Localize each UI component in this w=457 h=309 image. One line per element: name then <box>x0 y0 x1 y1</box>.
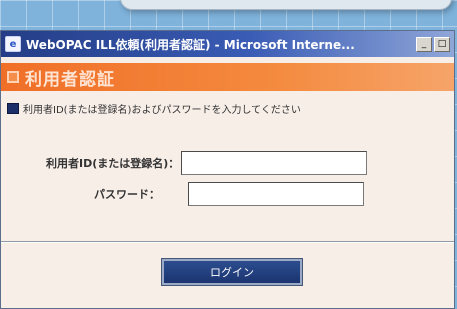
instruction-text: 利用者ID(または登録名)およびパスワードを入力してください <box>23 105 301 116</box>
page-title: 利用者認証 <box>25 69 115 90</box>
ie-icon: e <box>5 36 21 52</box>
password-label: パスワード： <box>94 188 160 201</box>
title-bar[interactable]: e WebOPAC ILL依頼(利用者認証) - Microsoft Inter… <box>1 31 454 57</box>
window-controls: _ □ <box>416 36 450 52</box>
divider <box>1 241 454 243</box>
user-id-input[interactable] <box>181 151 368 175</box>
instruction-line: 利用者ID(または登録名)およびパスワードを入力してください <box>1 91 454 119</box>
bullet-square-icon <box>7 103 19 114</box>
password-input[interactable] <box>188 182 364 206</box>
user-id-label: 利用者ID(または登録名)： <box>46 157 180 170</box>
header-square-icon <box>7 71 19 83</box>
minimize-button[interactable]: _ <box>416 36 432 52</box>
window-title: WebOPAC ILL依頼(利用者認証) - Microsoft Interne… <box>26 37 355 52</box>
login-button[interactable]: ログイン <box>161 258 303 286</box>
password-row: パスワード： <box>94 182 364 206</box>
background-window <box>120 0 452 10</box>
maximize-button[interactable]: □ <box>434 36 450 52</box>
browser-window: e WebOPAC ILL依頼(利用者認証) - Microsoft Inter… <box>0 30 455 309</box>
page-header: 利用者認証 <box>1 63 454 91</box>
user-id-row: 利用者ID(または登録名)： <box>46 151 368 175</box>
